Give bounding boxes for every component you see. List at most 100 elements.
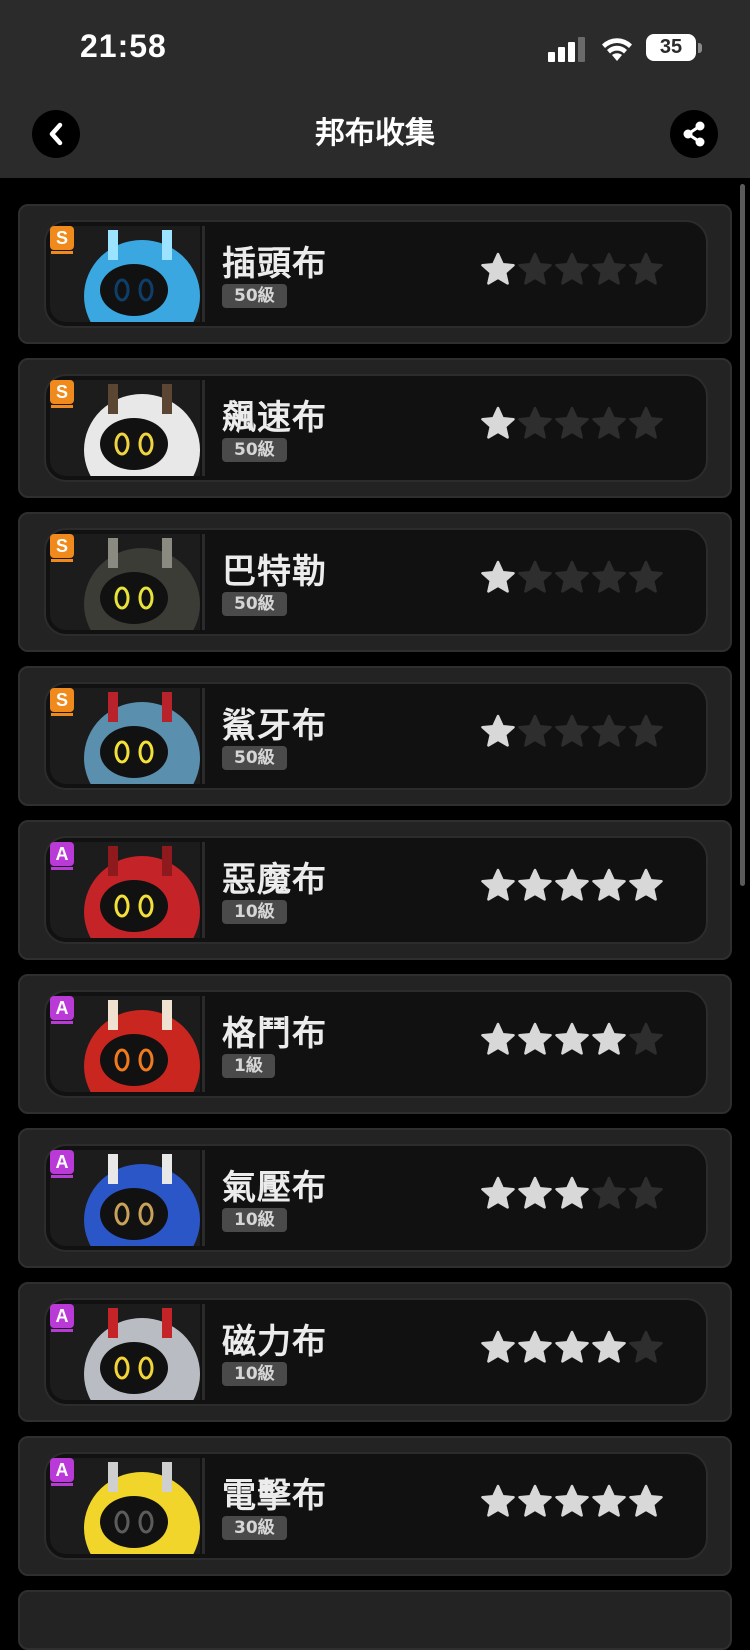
- bangboo-card: A 電擊布 30級: [44, 1452, 708, 1560]
- star-empty-icon: [629, 406, 663, 439]
- level-badge: 50級: [222, 746, 287, 770]
- bangboo-name: 磁力布: [222, 1322, 327, 1362]
- star-filled-icon: [555, 1484, 589, 1517]
- list-item[interactable]: A 惡魔布 10級: [18, 820, 732, 960]
- star-empty-icon: [592, 252, 626, 285]
- star-rating: [480, 406, 668, 442]
- star-empty-icon: [555, 406, 589, 439]
- battery-tip: [698, 43, 702, 53]
- star-rating: [480, 252, 668, 288]
- rank-badge-underline: [51, 251, 73, 254]
- bangboo-name: 格鬥布: [222, 1014, 327, 1054]
- star-filled-icon: [592, 1022, 626, 1055]
- rank-badge-underline: [51, 867, 73, 870]
- bangboo-card: A 氣壓布 10級: [44, 1144, 708, 1252]
- star-empty-icon: [555, 714, 589, 747]
- bangboo-name: 飆速布: [222, 398, 327, 438]
- star-filled-icon: [592, 1484, 626, 1517]
- rank-badge: A: [50, 996, 74, 1020]
- bangboo-card: S 飆速布 50級: [44, 374, 708, 482]
- star-empty-icon: [592, 560, 626, 593]
- bangboo-name: 氣壓布: [222, 1168, 327, 1208]
- star-rating: [480, 868, 668, 904]
- level-badge: 10級: [222, 1362, 287, 1386]
- top-bar: 21:58 35 邦布收集: [0, 0, 750, 178]
- list-item-partial[interactable]: [18, 1590, 732, 1650]
- star-empty-icon: [629, 1330, 663, 1363]
- rank-badge: A: [50, 1458, 74, 1482]
- star-rating: [480, 560, 668, 596]
- rank-badge-underline: [51, 713, 73, 716]
- portrait-divider: [202, 1304, 205, 1400]
- bangboo-name: 惡魔布: [222, 860, 327, 900]
- star-filled-icon: [518, 1176, 552, 1209]
- share-button[interactable]: [670, 110, 718, 158]
- level-badge: 50級: [222, 284, 287, 308]
- bangboo-card: S 巴特勒 50級: [44, 528, 708, 636]
- star-empty-icon: [629, 252, 663, 285]
- list-item[interactable]: S 插頭布 50級: [18, 204, 732, 344]
- level-badge: 1級: [222, 1054, 275, 1078]
- star-filled-icon: [592, 1330, 626, 1363]
- star-empty-icon: [555, 252, 589, 285]
- bangboo-card: A 格鬥布 1級: [44, 990, 708, 1098]
- star-filled-icon: [555, 1176, 589, 1209]
- rank-badge: S: [50, 534, 74, 558]
- rank-badge: A: [50, 1150, 74, 1174]
- star-filled-icon: [481, 252, 515, 285]
- star-empty-icon: [518, 560, 552, 593]
- star-empty-icon: [555, 560, 589, 593]
- rank-badge: A: [50, 1304, 74, 1328]
- bangboo-card: S 鯊牙布 50級: [44, 682, 708, 790]
- level-badge: 30級: [222, 1516, 287, 1540]
- wifi-icon: [602, 38, 632, 61]
- list-item[interactable]: S 巴特勒 50級: [18, 512, 732, 652]
- star-filled-icon: [481, 1176, 515, 1209]
- star-rating: [480, 1022, 668, 1058]
- bangboo-card: S 插頭布 50級: [44, 220, 708, 328]
- list-item[interactable]: S 鯊牙布 50級: [18, 666, 732, 806]
- rank-badge: S: [50, 226, 74, 250]
- portrait-divider: [202, 534, 205, 630]
- rank-badge-underline: [51, 1021, 73, 1024]
- rank-badge-underline: [51, 1483, 73, 1486]
- star-filled-icon: [481, 1330, 515, 1363]
- portrait-divider: [202, 226, 205, 322]
- list-item[interactable]: S 飆速布 50級: [18, 358, 732, 498]
- star-filled-icon: [481, 406, 515, 439]
- rank-badge-underline: [51, 1175, 73, 1178]
- star-filled-icon: [592, 868, 626, 901]
- list-item[interactable]: A 電擊布 30級: [18, 1436, 732, 1576]
- rank-badge-underline: [51, 405, 73, 408]
- status-time: 21:58: [80, 28, 167, 64]
- share-icon: [683, 121, 705, 147]
- star-filled-icon: [555, 868, 589, 901]
- rank-badge-underline: [51, 1329, 73, 1332]
- bangboo-card: A 磁力布 10級: [44, 1298, 708, 1406]
- star-empty-icon: [629, 714, 663, 747]
- level-badge: 50級: [222, 592, 287, 616]
- star-rating: [480, 1484, 668, 1520]
- rank-badge-underline: [51, 559, 73, 562]
- list-item[interactable]: A 氣壓布 10級: [18, 1128, 732, 1268]
- star-rating: [480, 1176, 668, 1212]
- star-filled-icon: [555, 1022, 589, 1055]
- bangboo-name: 電擊布: [222, 1476, 327, 1516]
- page-title: 邦布收集: [315, 116, 435, 151]
- star-empty-icon: [592, 1176, 626, 1209]
- star-filled-icon: [555, 1330, 589, 1363]
- star-filled-icon: [481, 714, 515, 747]
- star-filled-icon: [481, 1484, 515, 1517]
- star-filled-icon: [518, 1330, 552, 1363]
- star-filled-icon: [518, 1022, 552, 1055]
- bangboo-name: 插頭布: [222, 244, 327, 284]
- star-empty-icon: [629, 1176, 663, 1209]
- star-rating: [480, 1330, 668, 1366]
- list-item[interactable]: A 格鬥布 1級: [18, 974, 732, 1114]
- list-item[interactable]: A 磁力布 10級: [18, 1282, 732, 1422]
- portrait-divider: [202, 1458, 205, 1554]
- star-empty-icon: [518, 252, 552, 285]
- star-filled-icon: [629, 1484, 663, 1517]
- scrollbar[interactable]: [740, 184, 745, 886]
- star-filled-icon: [629, 868, 663, 901]
